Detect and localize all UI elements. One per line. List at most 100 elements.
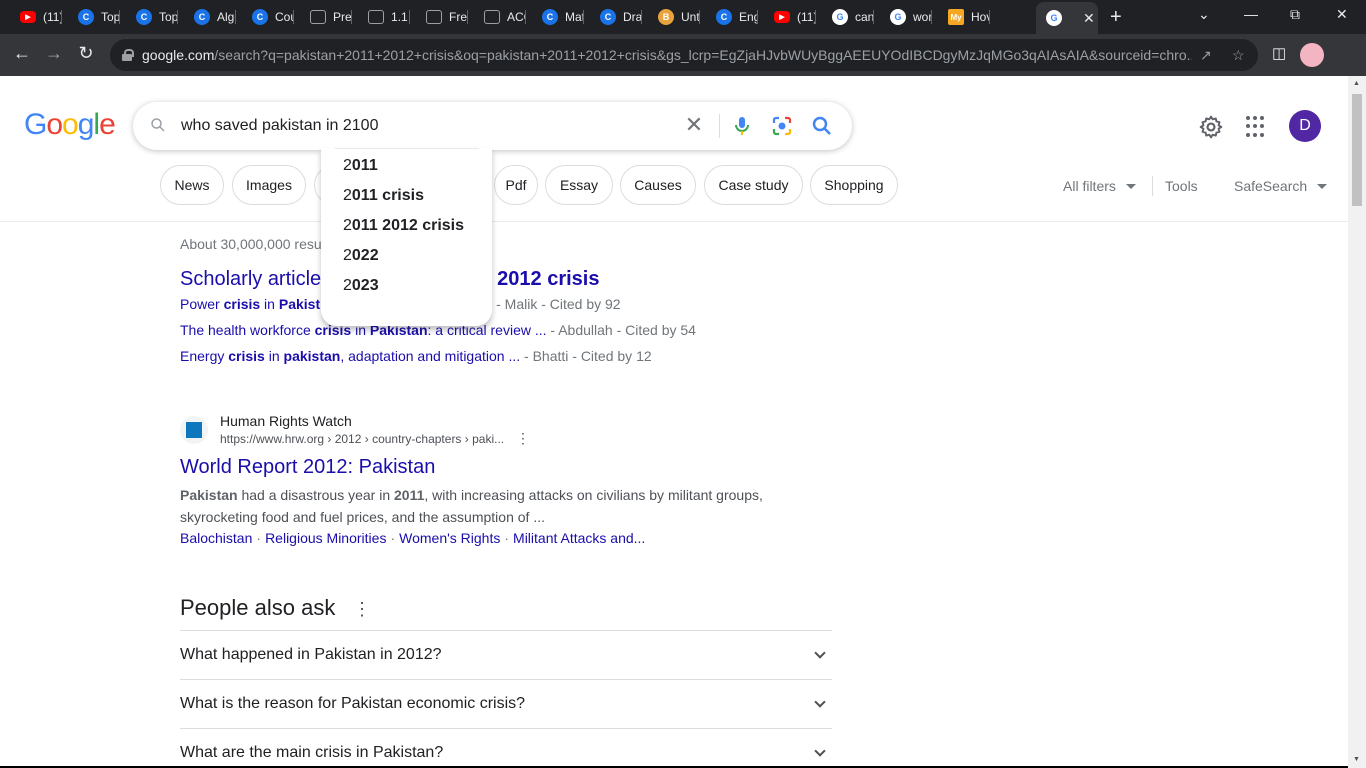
browser-tab[interactable]: C Mat (526, 4, 584, 30)
page-scrollbar[interactable]: ▲ ▼ (1348, 76, 1366, 768)
search-divider (719, 114, 720, 138)
tab-title: Prea (333, 10, 352, 24)
all-filters-button[interactable]: All filters (1063, 178, 1136, 194)
browser-tab[interactable]: C Alge (178, 4, 236, 30)
forward-icon[interactable]: → (42, 43, 66, 64)
site-url[interactable]: https://www.hrw.org › 2012 › country-cha… (220, 432, 504, 446)
result-stats: About 30,000,000 resu (180, 236, 322, 252)
tab-title: Hov (971, 10, 990, 24)
tab-title: Free (449, 10, 468, 24)
c-icon: C (194, 9, 210, 25)
scroll-up-icon[interactable]: ▲ (1353, 80, 1360, 87)
c-icon: C (542, 9, 558, 25)
filter-chip-pdf[interactable]: Pdf (494, 165, 538, 205)
browser-tab[interactable]: C Eng (700, 4, 758, 30)
browser-tab[interactable]: C Dra (584, 4, 642, 30)
tools-button[interactable]: Tools (1165, 178, 1198, 194)
active-browser-tab[interactable]: G ✕ (1036, 2, 1098, 34)
restore-icon[interactable]: ⧉ (1290, 6, 1300, 23)
scroll-down-icon[interactable]: ▼ (1353, 756, 1360, 763)
browser-tab[interactable]: Gwor (874, 4, 932, 30)
filter-chip-images[interactable]: Images (232, 165, 306, 205)
tab-strip: ▶(11)CTopCTopCAlgeCCouPrea1.1 IFreeACCCM… (0, 0, 1366, 34)
browser-tab[interactable]: 1.1 I (352, 4, 410, 30)
autocomplete-suggestion[interactable]: 2011 (343, 157, 378, 175)
browser-tab[interactable]: C Cou (236, 4, 294, 30)
chevron-down-icon[interactable]: ⌄ (1198, 6, 1210, 23)
my-icon: My (948, 9, 964, 25)
autocomplete-suggestion[interactable]: 2022 (343, 247, 379, 265)
chevron-down-icon (814, 647, 826, 659)
browser-tab[interactable]: B Unt (642, 4, 700, 30)
minimize-icon[interactable]: — (1244, 6, 1258, 22)
browser-tab[interactable]: Free (410, 4, 468, 30)
browser-tab[interactable]: C Top (120, 4, 178, 30)
side-panel-icon[interactable]: ◫ (1272, 44, 1286, 62)
more-options-icon[interactable]: ⋮ (516, 430, 530, 447)
more-options-icon[interactable]: ⋮ (353, 599, 371, 620)
microphone-icon[interactable] (730, 114, 754, 138)
browser-tab[interactable]: C Top (62, 4, 120, 30)
tab-title: Top (159, 10, 178, 24)
back-icon[interactable]: ← (10, 43, 34, 64)
people-also-ask-title: People also ask (180, 595, 336, 620)
share-icon[interactable]: ↗ (1200, 47, 1212, 64)
sitelink[interactable]: Militant Attacks and... (513, 530, 645, 546)
reload-icon[interactable]: ↻ (74, 43, 98, 64)
safesearch-button[interactable]: SafeSearch (1234, 178, 1328, 194)
autocomplete-dropdown: 2011 2011 crisis 2011 2012 crisis 2022 2023 (321, 148, 492, 326)
url-text[interactable]: google.com/search?q=pakistan+2011+2012+c… (142, 47, 1192, 63)
scholarly-article-row[interactable]: Energy crisis in pakistan, adaptation an… (180, 348, 652, 364)
browser-tab[interactable]: My Hov (932, 4, 990, 30)
tab-title: (11) (797, 10, 816, 24)
google-apps-icon[interactable] (1246, 116, 1268, 138)
people-also-ask-item[interactable]: What happened in Pakistan in 2012? (180, 630, 832, 679)
site-name[interactable]: Human Rights Watch (220, 413, 352, 429)
browser-tab[interactable]: Prea (294, 4, 352, 30)
clear-search-icon[interactable]: ✕ (681, 112, 707, 138)
browser-tab[interactable]: ▶ (11) (4, 4, 62, 30)
search-submit-icon[interactable] (810, 114, 834, 138)
people-also-ask-item[interactable]: What is the reason for Pakistan economic… (180, 679, 832, 728)
autocomplete-suggestion[interactable]: 2011 2012 crisis (343, 217, 464, 235)
close-tab-icon[interactable]: ✕ (1083, 10, 1095, 27)
new-tab-icon[interactable]: + (1110, 6, 1122, 29)
c-icon: C (136, 9, 152, 25)
browser-profile-avatar[interactable] (1300, 43, 1324, 67)
filter-chip-case-study[interactable]: Case study (704, 165, 803, 205)
account-avatar[interactable]: D (1289, 110, 1321, 142)
browser-tab[interactable]: Gcan (816, 4, 874, 30)
filter-chip-news[interactable]: News (160, 165, 224, 205)
people-also-ask-item[interactable]: What are the main crisis in Pakistan? (180, 728, 832, 768)
result-snippet: Pakistan had a disastrous year in 2011, … (180, 487, 763, 525)
sitelink[interactable]: Women's Rights (399, 530, 500, 546)
dropdown-divider (335, 148, 479, 149)
tab-title: Dra (623, 10, 642, 24)
search-box: ✕ (133, 102, 852, 150)
scrollbar-thumb[interactable] (1352, 94, 1362, 206)
lock-icon[interactable] (122, 49, 134, 61)
sitelink[interactable]: Balochistan (180, 530, 252, 546)
chevron-down-icon (1125, 184, 1136, 189)
result-title[interactable]: World Report 2012: Pakistan (180, 456, 435, 479)
browser-tab[interactable]: ACC (468, 4, 526, 30)
filter-chip-essay[interactable]: Essay (545, 165, 613, 205)
google-icon: G (832, 9, 848, 25)
bookmark-star-icon[interactable]: ☆ (1232, 47, 1245, 64)
settings-gear-icon[interactable] (1198, 114, 1224, 140)
close-window-icon[interactable]: ✕ (1336, 6, 1348, 23)
search-input[interactable] (181, 114, 661, 138)
browser-tab[interactable]: ▶ (11) (758, 4, 816, 30)
book-icon (368, 10, 384, 24)
autocomplete-suggestion[interactable]: 2011 crisis (343, 187, 424, 205)
filter-chip-shopping[interactable]: Shopping (810, 165, 898, 205)
autocomplete-suggestion[interactable]: 2023 (343, 277, 379, 295)
filter-chip-causes[interactable]: Causes (620, 165, 696, 205)
sitelink[interactable]: Religious Minorities (265, 530, 386, 546)
question-text: What is the reason for Pakistan economic… (180, 695, 526, 712)
address-bar[interactable]: google.com/search?q=pakistan+2011+2012+c… (110, 39, 1258, 71)
google-logo[interactable]: Google (24, 108, 116, 142)
tab-title: Cou (275, 10, 294, 24)
lens-camera-icon[interactable] (770, 114, 794, 138)
youtube-icon: ▶ (774, 11, 790, 23)
